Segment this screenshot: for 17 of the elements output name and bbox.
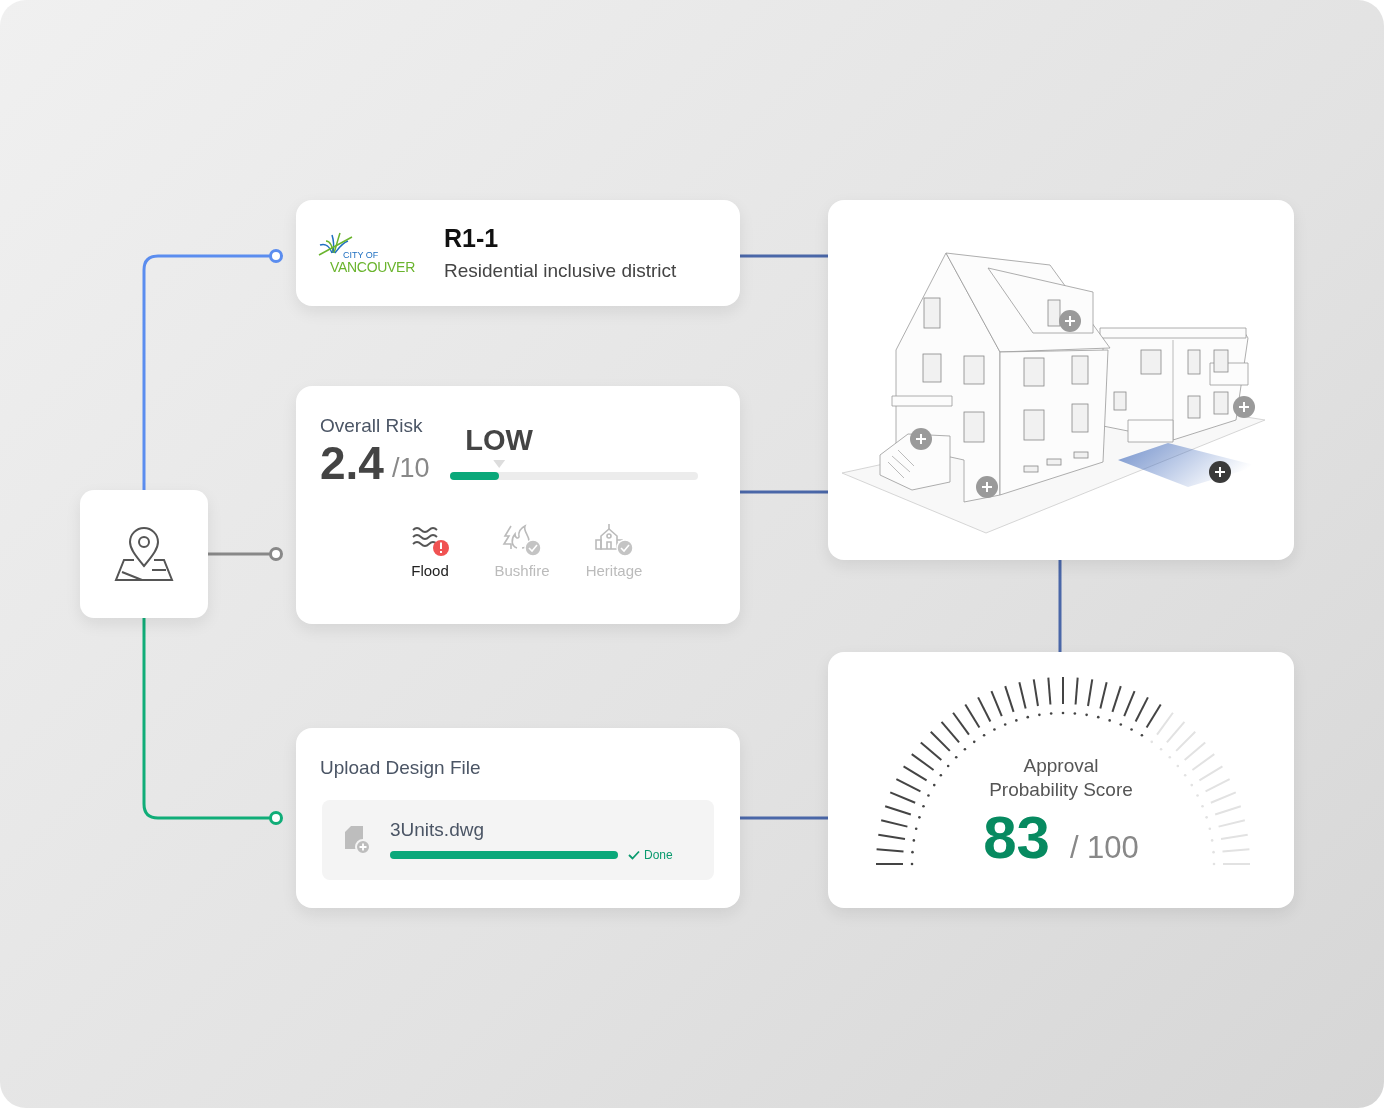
upload-status: Done [644, 848, 673, 862]
logo-text: VANCOUVER [330, 260, 415, 275]
risk-rating: LOW [465, 424, 533, 456]
risk-title: Overall Risk [320, 414, 424, 438]
hazard-label: Bushfire [494, 562, 550, 579]
risk-score: 2.4 [320, 438, 384, 488]
file-name: 3Units.dwg [390, 818, 485, 842]
approval-score: 83 [983, 808, 1050, 868]
zone-code: R1-1 [444, 223, 500, 253]
upload-title: Upload Design File [320, 756, 482, 780]
zone-name: Residential inclusive district [444, 259, 677, 283]
hazard-label: Flood [411, 562, 449, 579]
logo-text: CITY OF [343, 250, 379, 260]
gauge-title: Approval Probability Score [988, 754, 1134, 802]
hazard-label: Heritage [585, 562, 643, 579]
risk-scale: /10 [391, 452, 430, 485]
approval-scale: / 100 [1069, 830, 1139, 866]
